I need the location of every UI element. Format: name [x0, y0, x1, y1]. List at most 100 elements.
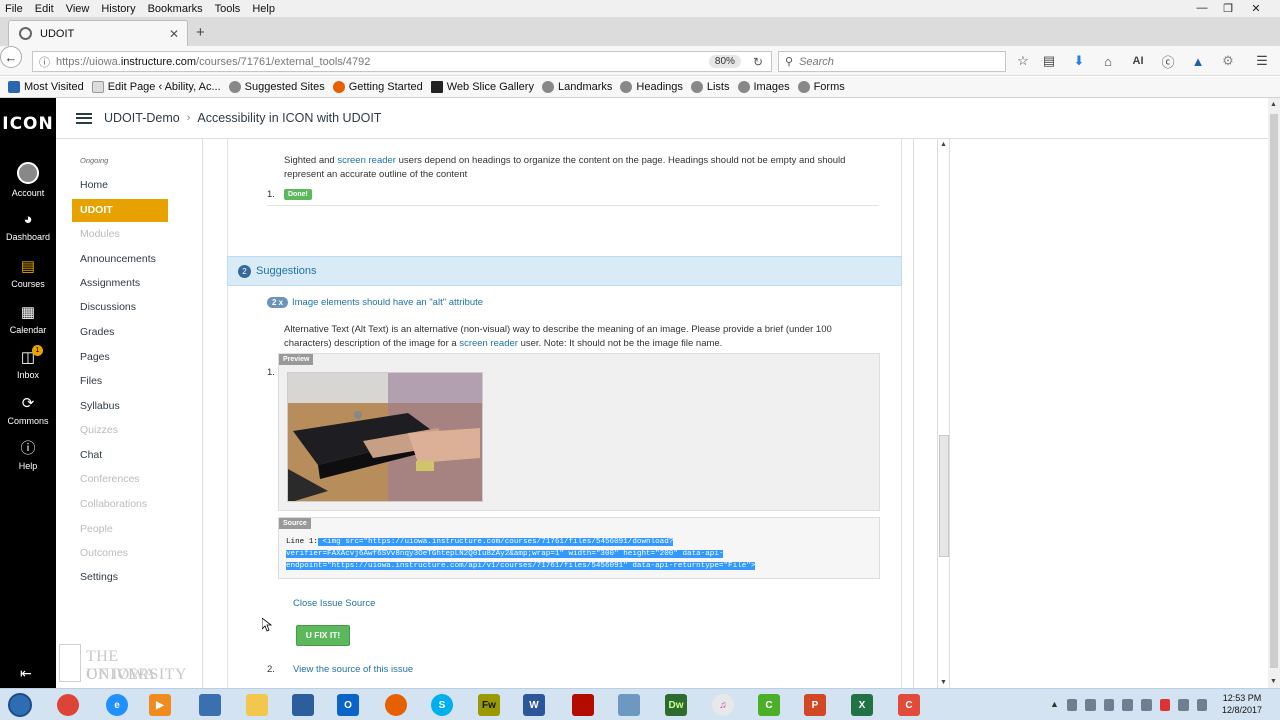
- global-nav-commons[interactable]: ⟳ Commons: [0, 395, 56, 426]
- tray-app-icon[interactable]: [1122, 699, 1133, 711]
- course-nav-files[interactable]: Files: [80, 375, 102, 387]
- taskbar-control-panel[interactable]: [607, 691, 651, 719]
- global-nav-dashboard[interactable]: ◕ Dashboard: [0, 211, 56, 242]
- taskbar-media-player[interactable]: ▶: [138, 691, 182, 719]
- taskbar-network[interactable]: [188, 691, 232, 719]
- back-button[interactable]: ←: [0, 46, 22, 68]
- menu-history[interactable]: History: [95, 3, 141, 15]
- menu-tools[interactable]: Tools: [209, 3, 247, 15]
- taskbar-excel[interactable]: X: [840, 691, 884, 719]
- ai-extension-icon[interactable]: AI: [1129, 53, 1147, 69]
- suggestions-header[interactable]: 2 Suggestions: [227, 256, 902, 286]
- hamburger-menu-icon[interactable]: [76, 112, 92, 124]
- search-input[interactable]: [799, 55, 990, 68]
- zoom-level[interactable]: 80%: [708, 55, 741, 68]
- course-nav-discussions[interactable]: Discussions: [80, 301, 136, 313]
- global-nav-account[interactable]: Account: [0, 162, 56, 198]
- menu-help[interactable]: Help: [246, 3, 281, 15]
- url-text[interactable]: https://uiowa.instructure.com/courses/71…: [56, 56, 709, 68]
- page-scrollbar[interactable]: ▲ ▼: [1268, 98, 1280, 688]
- course-nav-chat[interactable]: Chat: [80, 449, 102, 461]
- source-code-selection[interactable]: <img src="https://uiowa.instructure.com/…: [286, 538, 756, 570]
- course-nav-conferences[interactable]: Conferences: [80, 473, 140, 485]
- search-bar[interactable]: ⚲: [778, 51, 1006, 72]
- taskbar-skype[interactable]: S: [420, 691, 464, 719]
- content-scrollbar[interactable]: ▲ ▼: [937, 139, 949, 688]
- u-fix-it-button[interactable]: U FIX IT!: [296, 625, 350, 646]
- menu-icon[interactable]: ☰: [1253, 53, 1271, 69]
- menu-bookmarks[interactable]: Bookmarks: [142, 3, 209, 15]
- bookmark-star-icon[interactable]: ☆: [1014, 53, 1032, 69]
- show-hidden-icons-icon[interactable]: ▲: [1050, 699, 1059, 711]
- global-nav-calendar[interactable]: ▦ Calendar: [0, 304, 56, 335]
- course-nav-people[interactable]: People: [80, 523, 113, 535]
- menu-view[interactable]: View: [60, 3, 96, 15]
- scroll-down-icon[interactable]: ▼: [1270, 678, 1277, 685]
- browser-tab[interactable]: UDOIT ✕: [8, 20, 188, 46]
- breadcrumb-course[interactable]: UDOIT-Demo: [104, 111, 180, 125]
- bookmark-most-visited[interactable]: Most Visited: [8, 81, 84, 93]
- taskbar-powerpoint[interactable]: P: [793, 691, 837, 719]
- tray-app-icon[interactable]: [1066, 699, 1078, 711]
- settings-extension-icon[interactable]: ⚙: [1219, 53, 1237, 69]
- minimize-icon[interactable]: —: [1188, 0, 1216, 16]
- course-nav-grades[interactable]: Grades: [80, 326, 114, 338]
- course-nav-outcomes[interactable]: Outcomes: [80, 547, 128, 559]
- taskbar-file-explorer[interactable]: [235, 691, 279, 719]
- taskbar-fireworks[interactable]: Fw: [467, 691, 511, 719]
- course-nav-pages[interactable]: Pages: [80, 351, 110, 363]
- taskbar-acrobat[interactable]: [561, 691, 605, 719]
- scrollbar-thumb[interactable]: [939, 435, 949, 557]
- taskbar-tasks[interactable]: [281, 691, 325, 719]
- taskbar-internet-explorer[interactable]: e: [95, 691, 139, 719]
- tray-app-icon[interactable]: [1140, 699, 1152, 711]
- taskbar-itunes[interactable]: ♫: [701, 691, 745, 719]
- info-icon[interactable]: ⓘ: [39, 54, 50, 70]
- bookmark-images[interactable]: Images: [737, 81, 790, 93]
- course-nav-udoit[interactable]: UDOIT: [72, 199, 168, 222]
- start-button[interactable]: [4, 692, 36, 718]
- course-nav-home[interactable]: Home: [80, 179, 108, 191]
- course-nav-modules[interactable]: Modules: [80, 228, 120, 240]
- bookmark-forms[interactable]: Forms: [797, 81, 845, 93]
- extension-icon[interactable]: ▲: [1189, 53, 1207, 69]
- tab-close-icon[interactable]: ✕: [169, 27, 179, 41]
- bookmark-getting-started[interactable]: Getting Started: [332, 81, 423, 93]
- menu-file[interactable]: File: [0, 3, 29, 15]
- bookmark-suggested-sites[interactable]: Suggested Sites: [228, 81, 325, 93]
- bookmark-landmarks[interactable]: Landmarks: [541, 81, 612, 93]
- global-nav-help[interactable]: ⓘ Help: [0, 440, 56, 471]
- global-nav-courses[interactable]: ▤ Courses: [0, 258, 56, 289]
- screen-reader-link[interactable]: screen reader: [459, 338, 518, 349]
- url-bar[interactable]: ⓘ https://uiowa.instructure.com/courses/…: [32, 51, 772, 72]
- view-source-link[interactable]: View the source of this issue: [293, 663, 413, 677]
- icon-logo[interactable]: ICON: [0, 114, 56, 134]
- tray-app-icon[interactable]: [1085, 699, 1096, 711]
- taskbar-outlook[interactable]: O: [326, 691, 370, 719]
- course-nav-syllabus[interactable]: Syllabus: [80, 400, 120, 412]
- wave-extension-icon[interactable]: ⓒ: [1159, 53, 1177, 70]
- scroll-up-icon[interactable]: ▲: [940, 141, 947, 148]
- taskbar-snagit[interactable]: C: [887, 691, 931, 719]
- bookmark-headings[interactable]: Headings: [620, 81, 683, 93]
- taskbar-dreamweaver[interactable]: Dw: [654, 691, 698, 719]
- new-tab-button[interactable]: +: [196, 24, 205, 41]
- tray-app-icon[interactable]: [1103, 699, 1115, 711]
- course-nav-announcements[interactable]: Announcements: [80, 253, 156, 265]
- download-icon[interactable]: ⬇: [1070, 53, 1088, 69]
- taskbar-camtasia[interactable]: C: [747, 691, 791, 719]
- taskbar-clock[interactable]: 12:53 PM 12/8/2017: [1212, 692, 1272, 716]
- course-nav-collaborations[interactable]: Collaborations: [80, 498, 147, 510]
- bookmark-web-slice-gallery[interactable]: Web Slice Gallery: [430, 81, 534, 93]
- taskbar-firefox[interactable]: [374, 691, 418, 719]
- menu-edit[interactable]: Edit: [29, 3, 60, 15]
- course-nav-assignments[interactable]: Assignments: [80, 277, 140, 289]
- close-issue-source-link[interactable]: Close Issue Source: [293, 597, 375, 611]
- reload-icon[interactable]: ↻: [753, 55, 763, 69]
- taskbar-word[interactable]: W: [512, 691, 556, 719]
- network-status-icon[interactable]: [1178, 699, 1189, 711]
- home-icon[interactable]: ⌂: [1099, 53, 1117, 69]
- reading-list-icon[interactable]: ▤: [1040, 53, 1058, 69]
- volume-icon[interactable]: [1196, 699, 1208, 711]
- bookmark-edit-page[interactable]: Edit Page ‹ Ability, Ac...: [91, 81, 221, 93]
